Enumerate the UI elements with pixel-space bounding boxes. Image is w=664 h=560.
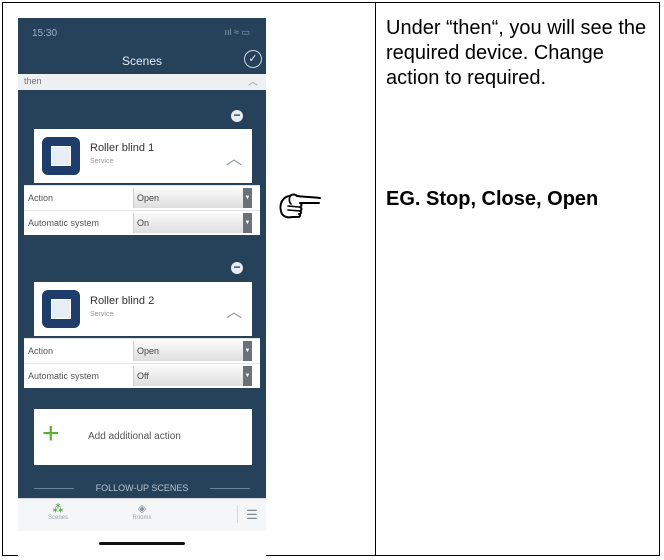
row-label: Automatic system: [28, 371, 100, 381]
row-label: Action: [28, 346, 54, 356]
tab-label: Rooms: [132, 515, 152, 521]
dropdown-arrow-icon: ▼: [243, 341, 252, 361]
add-action-label: Add additional action: [88, 431, 181, 442]
then-section-header[interactable]: then ︿: [18, 74, 266, 90]
remove-device-1-icon[interactable]: −: [231, 109, 243, 122]
menu-icon[interactable]: ☰: [244, 507, 260, 523]
select-value: Open: [137, 346, 160, 356]
followup-scenes-header: FOLLOW-UP SCENES: [18, 481, 266, 498]
check-circle-icon[interactable]: ✓: [244, 50, 262, 68]
action-select[interactable]: Open ▼: [133, 341, 252, 361]
chevron-up-icon: ︿: [248, 77, 258, 88]
tab-scenes[interactable]: ⁂ Scenes: [28, 502, 88, 521]
chevron-up-icon[interactable]: ︿: [226, 145, 242, 169]
automatic-select[interactable]: On ▼: [133, 213, 252, 233]
tab-rooms[interactable]: ◈ Rooms: [112, 502, 172, 521]
status-indicators: ııl ≈ ▭: [224, 27, 250, 37]
roller-blind-icon: [42, 290, 80, 328]
row-label: Action: [28, 193, 54, 203]
automatic-row-1: Automatic system On ▼: [24, 210, 260, 235]
dropdown-arrow-icon: ▼: [243, 213, 252, 233]
followup-label: FOLLOW-UP SCENES: [95, 483, 189, 493]
device-card-roller-blind-1[interactable]: Roller blind 1 Service ︿: [34, 129, 252, 183]
device-subtitle: Service: [90, 158, 114, 165]
tab-bar: ⁂ Scenes ◈ Rooms ☰: [18, 498, 266, 531]
rooms-icon: ◈: [137, 503, 147, 515]
action-select[interactable]: Open ▼: [133, 188, 252, 208]
add-action-button[interactable]: + Add additional action: [34, 409, 252, 465]
roller-blind-icon: [42, 137, 80, 175]
device-name: Roller blind 2: [90, 295, 155, 307]
plus-icon: +: [42, 417, 60, 450]
action-row-1: Action Open ▼: [24, 185, 260, 210]
device-card-roller-blind-2[interactable]: Roller blind 2 Service ︿: [34, 282, 252, 336]
home-indicator: [99, 542, 185, 545]
dropdown-arrow-icon: ▼: [243, 188, 252, 208]
select-value: Open: [137, 193, 160, 203]
remove-device-2-icon[interactable]: −: [231, 261, 243, 274]
action-row-2: Action Open ▼: [24, 338, 260, 363]
pointing-hand-icon: [279, 193, 321, 219]
nav-bar: Scenes ✓: [18, 44, 266, 74]
row-label: Automatic system: [28, 218, 100, 228]
automatic-select[interactable]: Off ▼: [133, 366, 252, 386]
device-subtitle: Service: [90, 311, 114, 318]
phone-screenshot: 15:30 ııl ≈ ▭ Scenes ✓ then ︿ − Roller b…: [18, 18, 266, 556]
scenes-icon: ⁂: [52, 503, 64, 515]
then-label: then: [24, 76, 42, 86]
status-time: 15:30: [32, 28, 58, 39]
column-divider: [375, 2, 376, 556]
status-bar: 15:30 ııl ≈ ▭: [18, 18, 266, 44]
device-name: Roller blind 1: [90, 142, 155, 154]
dropdown-arrow-icon: ▼: [243, 366, 252, 386]
select-value: Off: [137, 371, 149, 381]
page-title: Scenes: [121, 54, 163, 68]
chevron-up-icon[interactable]: ︿: [226, 298, 242, 322]
select-value: On: [137, 218, 150, 228]
app-screen: 15:30 ııl ≈ ▭ Scenes ✓ then ︿ − Roller b…: [18, 18, 266, 498]
instruction-text: Under “then“, you will see the required …: [386, 17, 647, 89]
automatic-row-2: Automatic system Off ▼: [24, 363, 260, 388]
example-text: EG. Stop, Close, Open: [386, 188, 599, 210]
tab-label: Scenes: [47, 515, 68, 521]
tab-divider: [237, 505, 238, 523]
